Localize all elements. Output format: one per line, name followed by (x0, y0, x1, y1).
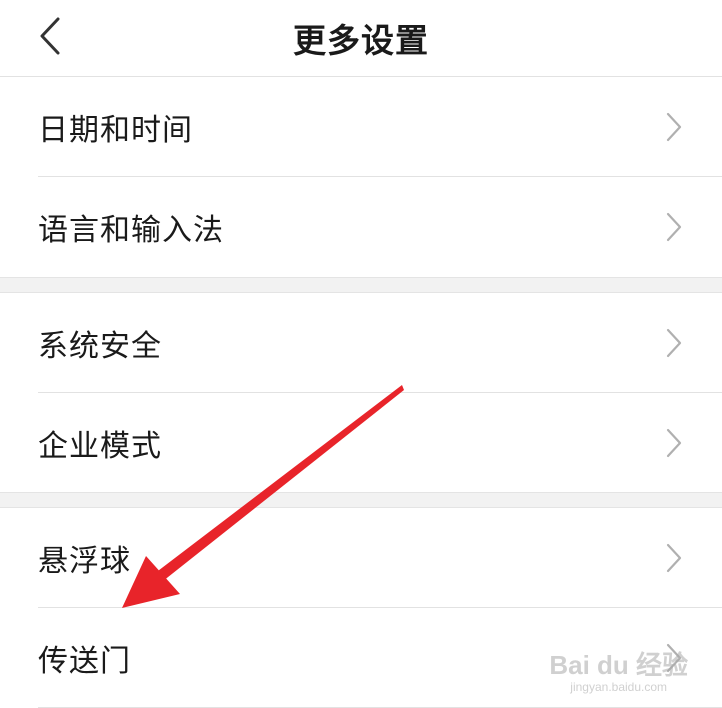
chevron-right-icon (666, 543, 682, 573)
list-item-floating-ball[interactable]: 悬浮球 (0, 508, 722, 608)
settings-group-1: 日期和时间 语言和输入法 (0, 77, 722, 277)
list-item-label: 系统安全 (38, 329, 162, 364)
list-item-label: 语言和输入法 (38, 213, 224, 248)
top-bar: 更多设置 (0, 0, 722, 77)
screen: 更多设置 日期和时间 语言和输入法 系统安全 企业模式 悬浮球 传送门 Bai … (0, 0, 722, 708)
list-item-label: 悬浮球 (38, 544, 131, 579)
list-item-label: 传送门 (38, 644, 131, 679)
section-separator (0, 277, 722, 293)
chevron-right-icon (666, 428, 682, 458)
chevron-right-icon (666, 212, 682, 242)
list-item-language-input[interactable]: 语言和输入法 (0, 177, 722, 277)
settings-group-3: 悬浮球 传送门 (0, 508, 722, 708)
list-item-portal[interactable]: 传送门 (0, 608, 722, 708)
section-separator (0, 492, 722, 508)
list-item-label: 企业模式 (38, 429, 162, 464)
list-item-label: 日期和时间 (38, 113, 193, 148)
chevron-right-icon (666, 643, 682, 673)
chevron-right-icon (666, 328, 682, 358)
page-title: 更多设置 (293, 21, 429, 60)
list-item-enterprise-mode[interactable]: 企业模式 (0, 393, 722, 493)
chevron-right-icon (666, 112, 682, 142)
list-item-system-security[interactable]: 系统安全 (0, 293, 722, 393)
settings-group-2: 系统安全 企业模式 (0, 293, 722, 493)
list-item-date-time[interactable]: 日期和时间 (0, 77, 722, 177)
